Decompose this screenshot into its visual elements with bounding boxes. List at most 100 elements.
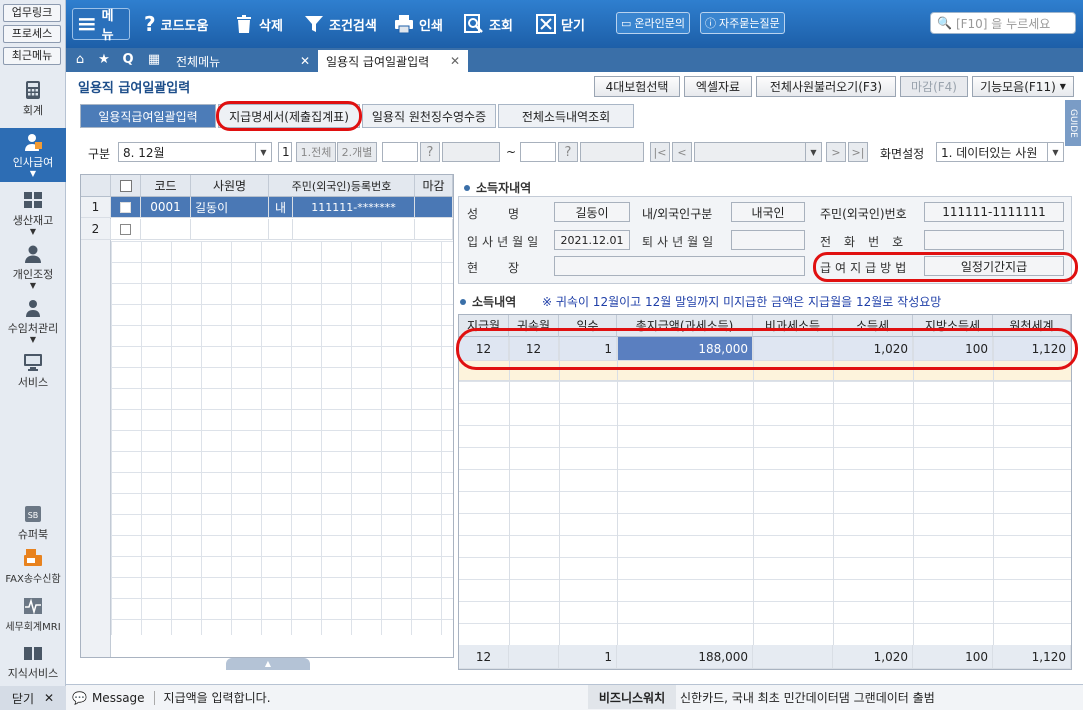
prev-record-button[interactable]: < xyxy=(672,142,692,162)
code-help-button[interactable]: ? 코드도움 xyxy=(144,8,208,40)
functions-label: 기능모음(F11) xyxy=(980,80,1056,94)
hire-date-field[interactable]: 2021.12.01 xyxy=(554,230,630,250)
income-detail-section-title: 소득내역 xyxy=(460,293,516,310)
row-number: 2 xyxy=(81,219,111,240)
income-earner-section-title: 소득자내역 xyxy=(464,179,531,196)
delete-button[interactable]: 삭제 xyxy=(234,8,283,40)
expand-panel-handle[interactable]: ▲ xyxy=(226,658,310,670)
subtab-withholding-receipt[interactable]: 일용직 원천징수영수증 xyxy=(362,104,496,128)
close-icon[interactable]: ✕ xyxy=(450,54,460,68)
row-checkbox-cell[interactable] xyxy=(111,219,141,240)
chevron-down-icon: ▼ xyxy=(1047,143,1063,161)
quick-search-icon[interactable]: Q xyxy=(118,51,138,69)
cell-resident-no[interactable] xyxy=(293,219,415,240)
total-pay: 188,000 xyxy=(617,645,753,669)
quick-link-business[interactable]: 업무링크 xyxy=(3,4,61,22)
cell-closed[interactable] xyxy=(415,197,453,218)
name-label: 성명 xyxy=(467,207,550,221)
search-input[interactable]: 🔍 [F10] 을 누르세요 xyxy=(930,12,1076,34)
chat-bubble-icon: 💬 xyxy=(72,690,87,705)
tab-label: 전체메뉴 xyxy=(176,54,221,69)
quick-link-process[interactable]: 프로세스 xyxy=(3,25,61,43)
section-title-text: 소득내역 xyxy=(472,295,517,309)
site-field[interactable] xyxy=(554,256,805,276)
gubun-select[interactable]: 8. 12월 ▼ xyxy=(118,142,272,162)
to-help-button[interactable]: ? xyxy=(558,142,578,162)
sidebar-item-accounting[interactable]: 회계 xyxy=(0,80,66,124)
cell-code[interactable] xyxy=(141,219,191,240)
subtab-all-income-lookup[interactable]: 전체소득내역조회 xyxy=(498,104,634,128)
checkbox[interactable] xyxy=(120,201,131,213)
sidebar-item-service[interactable]: 서비스 xyxy=(0,352,66,392)
lookup-button[interactable]: 조회 xyxy=(464,8,513,40)
quick-link-recent[interactable]: 최근메뉴 xyxy=(3,47,61,65)
sidebar-tool-mri[interactable]: 세무회계MRI xyxy=(0,596,66,636)
record-select[interactable]: ▼ xyxy=(694,142,822,162)
condition-search-button[interactable]: 조건검색 xyxy=(304,8,377,40)
sidebar-item-label: 회계 xyxy=(22,104,44,117)
name-field[interactable]: 길동이 xyxy=(554,202,630,222)
cell-type[interactable] xyxy=(269,219,293,240)
close-icon[interactable]: ✕ xyxy=(300,54,310,68)
subtab-daily-payroll-input[interactable]: 일용직급여일괄입력 xyxy=(80,104,216,128)
last-record-button[interactable]: >| xyxy=(848,142,868,162)
cell-name[interactable] xyxy=(191,219,269,240)
cell-code[interactable]: 0001 xyxy=(141,197,191,218)
first-record-button[interactable]: |< xyxy=(650,142,670,162)
closing-button[interactable]: 마감(F4) xyxy=(900,76,968,97)
close-button[interactable]: 닫기 xyxy=(536,8,585,40)
sidebar-tool-fax[interactable]: FAX송수신함 xyxy=(0,548,66,588)
tab-all-menu[interactable]: 전체메뉴 ✕ xyxy=(168,50,318,72)
condition-search-label: 조건검색 xyxy=(329,18,377,34)
sidebar-item-client-management[interactable]: 수임처관리 ▼ xyxy=(0,298,66,346)
from-code-field[interactable] xyxy=(382,142,418,162)
row-checkbox-cell[interactable] xyxy=(111,197,141,218)
resident-no-field[interactable]: 111111-1111111 xyxy=(924,202,1064,222)
leave-date-field[interactable] xyxy=(731,230,805,250)
functions-button[interactable]: 기능모음(F11) ▼ xyxy=(972,76,1074,97)
home-icon[interactable]: ⌂ xyxy=(70,51,90,69)
next-record-button[interactable]: > xyxy=(826,142,846,162)
sidebar-tool-superbook[interactable]: SB 슈퍼북 xyxy=(0,504,66,544)
checkbox[interactable] xyxy=(119,179,132,192)
faq-button[interactable]: ⓘ 자주묻는질문 xyxy=(700,12,785,34)
menu-grid-icon[interactable]: ▦ xyxy=(144,51,164,69)
sidebar-tool-label: 지식서비스 xyxy=(7,667,59,680)
sidebar-tool-knowledge[interactable]: 지식서비스 xyxy=(0,643,66,681)
guide-tab[interactable]: GUIDE xyxy=(1065,100,1081,146)
phone-field[interactable] xyxy=(924,230,1064,250)
cell-name[interactable]: 길동이 xyxy=(191,197,269,218)
online-inquiry-button[interactable]: ▭ 온라인문의 xyxy=(616,12,691,34)
screen-setting-select[interactable]: 1. 데이터있는 사원 ▼ xyxy=(936,142,1064,162)
grid-header-check[interactable] xyxy=(111,175,141,197)
excel-button[interactable]: 엑셀자료 xyxy=(684,76,752,97)
sidebar-item-label: 수임처관리 xyxy=(7,322,59,335)
menu-label: 메뉴 xyxy=(101,9,114,43)
sidebar-close-button[interactable]: 닫기 ✕ xyxy=(0,686,66,710)
total-nontax xyxy=(753,645,833,669)
cell-resident-no[interactable]: 111111-******* xyxy=(293,197,415,218)
nationality-field[interactable]: 내국인 xyxy=(731,202,805,222)
total-income-tax: 1,020 xyxy=(833,645,913,669)
cell-type[interactable]: 내 xyxy=(269,197,293,218)
sidebar-item-personal-adjust[interactable]: 개인조정 ▼ xyxy=(0,244,66,292)
star-icon[interactable]: ★ xyxy=(94,51,114,69)
filter-icon xyxy=(305,16,323,32)
insurance-select-button[interactable]: 4대보험선택 xyxy=(594,76,680,97)
print-button[interactable]: 인쇄 xyxy=(394,8,443,40)
from-help-button[interactable]: ? xyxy=(420,142,440,162)
sidebar-item-production[interactable]: 생산재고 ▼ xyxy=(0,190,66,238)
checkbox[interactable] xyxy=(120,223,131,235)
sidebar-item-hr-payroll[interactable]: 인사급여 ▼ xyxy=(0,128,66,182)
sidebar-item-label: 개인조정 xyxy=(12,268,54,281)
total-pay-month: 12 xyxy=(459,645,509,669)
menu-button[interactable]: 메뉴 xyxy=(72,8,130,43)
load-all-employees-button[interactable]: 전체사원불러오기(F3) xyxy=(756,76,896,97)
number-field[interactable]: 1 xyxy=(278,142,292,162)
tab-daily-payroll[interactable]: 일용직 급여일괄입력 ✕ xyxy=(318,50,468,72)
news-ticker[interactable]: 신한카드, 국내 최초 민간데이터댐 그랜데이터 출범 xyxy=(680,689,935,706)
all-button[interactable]: 1.전체 xyxy=(296,142,336,162)
each-button[interactable]: 2.개별 xyxy=(337,142,377,162)
to-code-field[interactable] xyxy=(520,142,556,162)
cell-closed[interactable] xyxy=(415,219,453,240)
